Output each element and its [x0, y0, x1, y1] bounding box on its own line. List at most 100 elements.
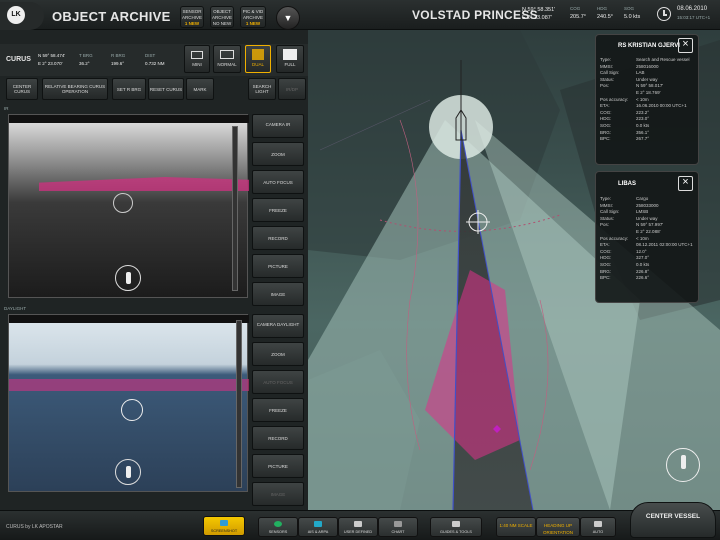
card-row-value: 267.7°	[636, 136, 650, 142]
card-row-value: Under way	[636, 215, 658, 221]
daylight-record-button[interactable]: RECORD	[252, 426, 304, 450]
card-row-value: 0.0 kts	[636, 122, 650, 128]
card-row-key: BPC:	[600, 275, 611, 281]
card-row-key: Pos:	[600, 222, 610, 228]
time: 15:03:17 UTC+1	[677, 15, 711, 20]
ir-dp-button[interactable]: IR/DP	[278, 78, 306, 100]
card-row: SOG: 0.0 kts	[600, 262, 698, 269]
search-light-button[interactable]: SEARCH LIGHT	[248, 78, 276, 100]
ir-video-feed	[8, 114, 249, 298]
daylight-freeze-button[interactable]: FREEZE	[252, 398, 304, 422]
daylight-zoom-slider[interactable]	[236, 320, 242, 488]
card-row: ETA: 08.12.2011 02:00:00 UTC+1	[600, 242, 698, 249]
ir-freeze-button[interactable]: FREEZE	[252, 198, 304, 222]
card-row-key: Pos accuracy:	[600, 235, 629, 241]
sensor-name: CURUS	[6, 56, 31, 63]
orientation-button[interactable]: HEADING UP ORIENTATION	[536, 517, 580, 537]
card-row-value: Under way	[636, 76, 658, 82]
set-rbrg-button[interactable]: SET R BRG	[112, 78, 146, 100]
object-archive-button[interactable]: OBJECT ARCHIVE NO NEW	[210, 6, 234, 28]
screenshot-button[interactable]: SCREENSHOT	[203, 516, 245, 536]
normal-view-icon	[220, 50, 234, 59]
scale-button[interactable]: 1:40 NM SCALE	[496, 517, 536, 537]
card-row-key: HDG:	[600, 255, 612, 261]
auto-button[interactable]: AUTO	[580, 517, 616, 537]
daylight-picture-button[interactable]: PICTURE	[252, 454, 304, 478]
card-row: Status: Under way	[600, 77, 698, 84]
ir-autofocus-button[interactable]: AUTO FOCUS	[252, 170, 304, 194]
card-row-value: < 10m	[636, 235, 649, 241]
sensor-info-bar: CURUS N 59° 58.474' E 2° 23.070' T BRG 3…	[0, 44, 308, 76]
card-row-key: Type:	[600, 57, 612, 62]
cog-label: COG	[570, 6, 581, 11]
pic-vid-archive-button[interactable]: PIC & VID ARCHIVE 1 NEW	[240, 6, 266, 28]
card-row-key: MMSI:	[600, 63, 613, 69]
center-vessel-button[interactable]: CENTER VESSEL	[630, 502, 716, 538]
daylight-bearing-dial-icon[interactable]	[115, 459, 141, 485]
chart-icon	[394, 521, 402, 527]
ir-picture-button[interactable]: PICTURE	[252, 254, 304, 278]
card-row-value: 0.0 kts	[636, 261, 650, 267]
card-row: MMSI: 258033000	[600, 203, 698, 210]
close-icon[interactable]: ×	[678, 176, 693, 191]
card-row: BRG: 356.1°	[600, 130, 698, 137]
card-row-value: E 2° 22.088'	[636, 228, 661, 234]
user-defined-button[interactable]: USER DEFINED	[338, 517, 378, 537]
card-row-value: 226.8°	[636, 268, 650, 274]
dropdown-chevron-icon[interactable]: ▼	[276, 6, 300, 30]
page-title: OBJECT ARCHIVE	[52, 9, 171, 24]
ais-arpa-button[interactable]: AIS & ARPA	[298, 517, 338, 537]
relative-bearing-button[interactable]: RELATIVE BEARING CURUS OPERATION	[42, 78, 108, 100]
sensor-archive-button[interactable]: SENSOR ARCHIVE 1 NEW	[180, 6, 204, 28]
card-row-value: < 10m	[636, 96, 649, 102]
card-row-value: 16.06.2010 00:00 UTC+1	[636, 103, 687, 109]
ir-target-overlay	[39, 177, 249, 191]
card-row: Status: Under way	[600, 216, 698, 223]
sensor-position-e: E 2° 23.070'	[38, 61, 63, 66]
tbrg-label: T BRG	[79, 53, 93, 58]
camera-panel: CURUS N 59° 58.474' E 2° 23.070' T BRG 3…	[0, 30, 308, 510]
ir-image-button[interactable]: IMAGE	[252, 282, 304, 306]
view-mini-button[interactable]: MINI	[184, 45, 210, 73]
center-curus-button[interactable]: CENTER CURUS	[6, 78, 38, 100]
ir-record-button[interactable]: RECORD	[252, 226, 304, 250]
auto-icon	[594, 521, 602, 527]
card-row-value: 223.2°	[636, 109, 650, 115]
card-row-key: HDG:	[600, 116, 612, 122]
view-dual-button[interactable]: DUAL	[245, 45, 271, 73]
view-normal-button[interactable]: NORMAL	[213, 45, 241, 73]
card-row-value: 08.12.2011 02:00:00 UTC+1	[636, 242, 693, 248]
card-row-key: COG:	[600, 109, 612, 115]
daylight-target-overlay	[9, 379, 249, 391]
card-title: LIBAS	[618, 181, 636, 187]
daylight-image-button[interactable]: IMAGE	[252, 482, 304, 506]
top-bar: LK OBJECT ARCHIVE SENSOR ARCHIVE 1 NEW O…	[0, 0, 720, 30]
mark-button[interactable]: MARK	[186, 78, 214, 100]
dual-view-icon	[252, 49, 264, 60]
ir-zoom-button[interactable]: ZOOM	[252, 142, 304, 166]
ir-zoom-slider[interactable]	[232, 126, 238, 291]
compass-icon[interactable]	[666, 448, 700, 482]
view-full-button[interactable]: FULL	[276, 45, 304, 73]
daylight-top-scale	[9, 315, 249, 323]
card-row: HDG: 327.0°	[600, 255, 698, 262]
card-row: Type: Search and Rescue vessel	[600, 57, 698, 64]
guides-tools-button[interactable]: GUIDES & TOOLS	[430, 517, 482, 537]
mini-view-icon	[191, 51, 203, 59]
card-row-value: 226.6°	[636, 275, 650, 281]
sensors-button[interactable]: SENSORS	[258, 517, 298, 537]
card-row: COG: 12.0°	[600, 249, 698, 256]
card-row-key: Pos accuracy:	[600, 96, 629, 102]
chart-button[interactable]: CHART	[378, 517, 418, 537]
card-row: SOG: 0.0 kts	[600, 123, 698, 130]
daylight-autofocus-button[interactable]: AUTO FOCUS	[252, 370, 304, 394]
daylight-zoom-button[interactable]: ZOOM	[252, 342, 304, 366]
ir-bearing-dial-icon[interactable]	[115, 265, 141, 291]
card-row-value: 258016000	[636, 63, 659, 69]
reset-curus-button[interactable]: RESET CURUS	[148, 78, 184, 100]
card-rows: Type: Cargo MMSI: 258033000 Call Sign: LMSB St…	[600, 196, 698, 282]
close-icon[interactable]: ×	[678, 38, 693, 53]
camera-ir-button[interactable]: CAMERA IR	[252, 114, 304, 138]
tbrg-value: 36.2°	[79, 61, 90, 66]
camera-daylight-button[interactable]: CAMERA DAYLIGHT	[252, 314, 304, 338]
